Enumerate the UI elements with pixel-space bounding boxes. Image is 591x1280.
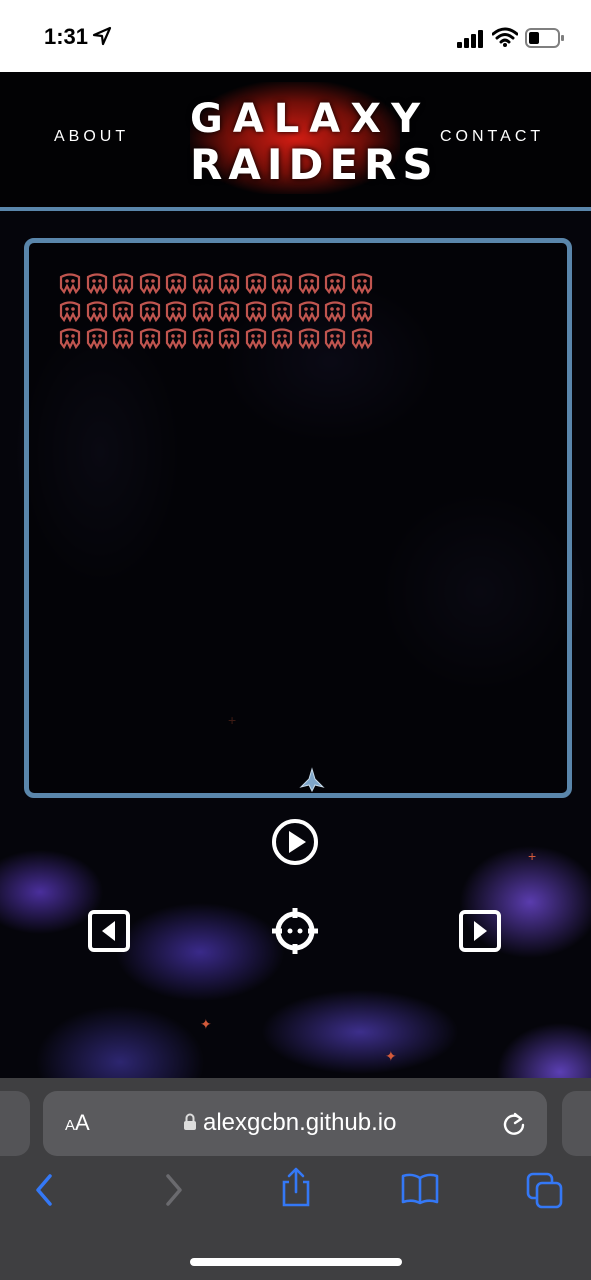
lock-icon xyxy=(184,1113,196,1130)
url-text: alexgcbn.github.io xyxy=(203,1109,397,1136)
enemy-invader-icon xyxy=(165,273,187,295)
enemy-invader-icon xyxy=(298,300,319,322)
enemy-invader-icon xyxy=(245,273,266,295)
enemy-invader-icon xyxy=(218,328,240,350)
next-tab-preview[interactable] xyxy=(562,1091,591,1156)
browser-toolbar: AA alexgcbn.github.io xyxy=(0,1078,591,1280)
enemy-invader-icon xyxy=(245,300,266,322)
enemy-invader-icon xyxy=(112,273,134,295)
wifi-icon xyxy=(492,27,518,47)
enemy-invader-icon xyxy=(139,300,160,322)
move-left-button[interactable] xyxy=(88,910,130,952)
logo-line-1: GALAXY xyxy=(190,96,431,142)
enemy-invader-icon xyxy=(271,273,293,295)
status-time: 1:31 xyxy=(44,24,89,49)
web-page: ABOUT GALAXY RAIDERS CONTACT + ✦ ✦ + xyxy=(0,72,591,1078)
enemy-invader-icon xyxy=(298,273,319,295)
enemy-invader-icon xyxy=(165,328,187,350)
enemy-invader-icon xyxy=(245,328,266,350)
battery-icon xyxy=(525,28,564,48)
enemy-invader-icon xyxy=(86,328,107,350)
reload-icon[interactable] xyxy=(501,1111,527,1137)
enemy-invader-icon xyxy=(192,300,213,322)
enemy-invader-icon xyxy=(86,300,107,322)
back-icon[interactable] xyxy=(32,1172,58,1208)
cellular-signal-icon xyxy=(457,30,483,48)
text-size-button[interactable]: AA xyxy=(65,1110,90,1136)
enemy-invader-icon xyxy=(351,273,372,295)
enemy-invader-icon xyxy=(59,273,81,295)
enemy-invader-icon xyxy=(324,328,346,350)
star-sparkle: ✦ xyxy=(200,1016,212,1032)
game-canvas[interactable] xyxy=(24,238,572,798)
move-right-button[interactable] xyxy=(459,910,501,952)
enemy-invader-icon xyxy=(192,273,213,295)
header-divider xyxy=(0,207,591,211)
fire-button[interactable] xyxy=(270,906,320,956)
play-button[interactable] xyxy=(271,818,319,866)
enemy-invader-icon xyxy=(351,328,372,350)
enemy-invader-icon xyxy=(192,328,213,350)
enemy-invader-icon xyxy=(59,300,81,322)
tabs-icon[interactable] xyxy=(526,1172,564,1210)
logo-line-2: RAIDERS xyxy=(190,140,439,189)
enemy-invader-icon xyxy=(324,273,346,295)
enemy-invader-icon xyxy=(86,273,107,295)
home-indicator xyxy=(190,1258,402,1266)
site-logo[interactable]: GALAXY RAIDERS xyxy=(190,82,439,194)
enemy-invader-icon xyxy=(218,300,240,322)
forward-icon[interactable] xyxy=(160,1172,186,1208)
enemy-invader-icon xyxy=(351,300,372,322)
enemy-invader-icon xyxy=(271,300,293,322)
bookmarks-icon[interactable] xyxy=(400,1172,440,1206)
enemy-invader-icon xyxy=(112,300,134,322)
nav-about-link[interactable]: ABOUT xyxy=(54,128,129,146)
enemy-invader-icon xyxy=(218,273,240,295)
location-arrow-icon xyxy=(92,26,112,46)
nav-contact-link[interactable]: CONTACT xyxy=(440,128,544,146)
previous-tab-preview[interactable] xyxy=(0,1091,30,1156)
status-bar: 1:31 xyxy=(0,0,591,72)
enemy-invader-icon xyxy=(298,328,319,350)
enemy-invader-icon xyxy=(139,328,160,350)
enemy-invader-icon xyxy=(59,328,81,350)
player-ship-icon xyxy=(299,767,325,793)
site-header: ABOUT GALAXY RAIDERS CONTACT xyxy=(0,72,591,208)
enemy-invader-icon xyxy=(271,328,293,350)
share-icon[interactable] xyxy=(280,1166,312,1208)
enemy-invader-icon xyxy=(112,328,134,350)
enemy-invader-icon xyxy=(324,300,346,322)
enemy-invader-icon xyxy=(165,300,187,322)
enemy-invader-icon xyxy=(139,273,160,295)
star-sparkle: + xyxy=(528,848,537,864)
address-bar[interactable]: AA alexgcbn.github.io xyxy=(43,1091,547,1156)
star-sparkle: ✦ xyxy=(385,1048,397,1064)
